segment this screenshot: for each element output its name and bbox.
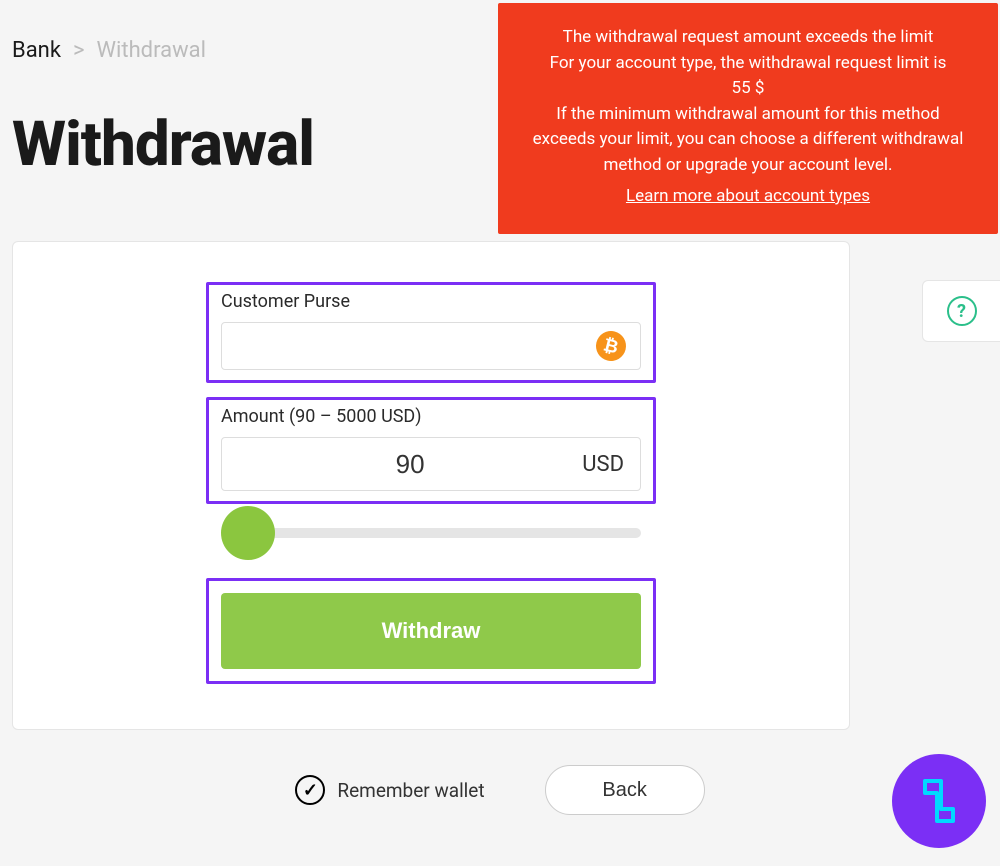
withdrawal-card: Customer Purse ₿ Amount (90 – 5000 USD) …: [12, 241, 850, 730]
error-alert: The withdrawal request amount exceeds th…: [498, 3, 998, 234]
remember-wallet-checkbox[interactable]: ✓ Remember wallet: [295, 775, 484, 805]
remember-wallet-label: Remember wallet: [337, 779, 484, 802]
help-button[interactable]: ?: [922, 280, 1000, 342]
slider-thumb[interactable]: [221, 506, 275, 560]
breadcrumb-current: Withdrawal: [97, 38, 206, 63]
back-button[interactable]: Back: [545, 765, 705, 815]
bitcoin-icon: ₿: [593, 328, 629, 364]
breadcrumb-root[interactable]: Bank: [12, 38, 61, 63]
amount-input-wrap: USD: [221, 437, 641, 491]
amount-slider[interactable]: [221, 518, 641, 548]
slider-track: [241, 528, 641, 538]
amount-group: Amount (90 – 5000 USD) USD: [206, 397, 656, 504]
customer-purse-input-wrap: ₿: [221, 322, 641, 370]
alert-learn-more-link[interactable]: Learn more about account types: [626, 184, 870, 210]
withdraw-group: Withdraw: [206, 578, 656, 684]
customer-purse-label: Customer Purse: [221, 291, 641, 312]
breadcrumb-separator: >: [73, 38, 85, 63]
checkbox-icon: ✓: [295, 775, 325, 805]
alert-text-line: The withdrawal request amount exceeds th…: [526, 25, 970, 51]
alert-text-line: If the minimum withdrawal amount for thi…: [526, 102, 970, 179]
amount-currency: USD: [582, 452, 624, 477]
customer-purse-group: Customer Purse ₿: [206, 282, 656, 383]
brand-logo: [892, 754, 986, 848]
withdraw-button[interactable]: Withdraw: [221, 593, 641, 669]
alert-text-line: For your account type, the withdrawal re…: [526, 51, 970, 77]
amount-label: Amount (90 – 5000 USD): [221, 406, 641, 427]
logo-icon: [911, 773, 967, 829]
help-icon: ?: [947, 296, 977, 326]
alert-text-line: 55 $: [526, 76, 970, 102]
amount-input[interactable]: [238, 449, 582, 480]
footer-row: ✓ Remember wallet Back: [0, 765, 1000, 815]
customer-purse-input[interactable]: [236, 336, 596, 357]
